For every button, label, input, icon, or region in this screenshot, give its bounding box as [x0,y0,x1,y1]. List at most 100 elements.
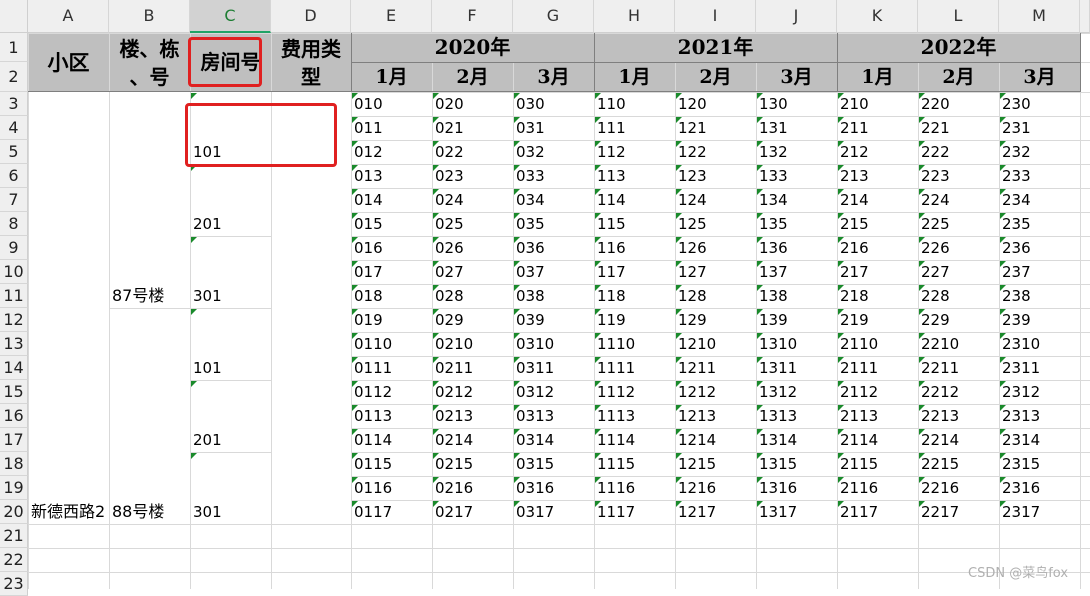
data-cell[interactable]: 0217 [432,500,513,524]
data-cell[interactable]: 115 [594,212,675,236]
data-cell[interactable]: 0115 [351,452,432,476]
data-cell[interactable]: 137 [756,260,837,284]
row-header-6[interactable]: 6 [0,164,28,188]
data-cell[interactable]: 0211 [432,356,513,380]
column-header-b[interactable]: B [109,0,190,33]
data-cell[interactable]: 2215 [918,452,999,476]
data-cell[interactable]: 1111 [594,356,675,380]
room-number[interactable]: 201 [190,428,271,452]
data-cell[interactable]: 2214 [918,428,999,452]
row-header-20[interactable]: 20 [0,500,28,524]
row-header-11[interactable]: 11 [0,284,28,308]
data-cell[interactable]: 0313 [513,404,594,428]
data-cell[interactable]: 110 [594,92,675,116]
data-cell[interactable]: 120 [675,92,756,116]
spreadsheet[interactable]: A B C D E F G H I J K L M 1 2 3 4 5 6 7 8 9 10 11 12 13 14 15 16 17 18… [0,0,1090,596]
data-cell[interactable]: 0110 [351,332,432,356]
data-cell[interactable]: 232 [999,140,1080,164]
data-cell[interactable]: 224 [918,188,999,212]
column-header-m[interactable]: M [999,0,1080,33]
data-cell[interactable]: 0214 [432,428,513,452]
data-cell[interactable]: 1210 [675,332,756,356]
header-fee-line2[interactable]: 型 [271,63,351,91]
row-header-4[interactable]: 4 [0,116,28,140]
data-cell[interactable]: 2313 [999,404,1080,428]
data-cell[interactable]: 114 [594,188,675,212]
data-cell[interactable]: 0116 [351,476,432,500]
data-cell[interactable]: 220 [918,92,999,116]
data-cell[interactable]: 010 [351,92,432,116]
data-cell[interactable]: 1114 [594,428,675,452]
data-cell[interactable]: 2116 [837,476,918,500]
data-cell[interactable]: 2316 [999,476,1080,500]
header-community[interactable]: 小区 [28,33,109,92]
data-cell[interactable]: 2310 [999,332,1080,356]
data-cell[interactable]: 1113 [594,404,675,428]
data-cell[interactable]: 0117 [351,500,432,524]
data-cell[interactable]: 0213 [432,404,513,428]
data-cell[interactable]: 222 [918,140,999,164]
data-cell[interactable]: 119 [594,308,675,332]
data-cell[interactable]: 026 [432,236,513,260]
data-cell[interactable]: 131 [756,116,837,140]
data-cell[interactable]: 132 [756,140,837,164]
data-cell[interactable]: 017 [351,260,432,284]
data-cell[interactable]: 016 [351,236,432,260]
data-cell[interactable]: 0111 [351,356,432,380]
data-cell[interactable]: 035 [513,212,594,236]
data-cell[interactable]: 216 [837,236,918,260]
data-cell[interactable]: 228 [918,284,999,308]
row-header-5[interactable]: 5 [0,140,28,164]
data-cell[interactable]: 029 [432,308,513,332]
column-header-f[interactable]: F [432,0,513,33]
data-cell[interactable]: 028 [432,284,513,308]
data-cell[interactable]: 135 [756,212,837,236]
row-header-14[interactable]: 14 [0,356,28,380]
header-month[interactable]: 2月 [432,62,513,92]
data-cell[interactable]: 2114 [837,428,918,452]
data-cell[interactable]: 033 [513,164,594,188]
data-cell[interactable]: 034 [513,188,594,212]
data-cell[interactable]: 0112 [351,380,432,404]
data-cell[interactable]: 127 [675,260,756,284]
data-cell[interactable]: 229 [918,308,999,332]
header-fee-line1[interactable]: 费用类 [271,35,351,63]
data-cell[interactable]: 2111 [837,356,918,380]
data-cell[interactable]: 0216 [432,476,513,500]
data-cell[interactable]: 015 [351,212,432,236]
data-cell[interactable]: 024 [432,188,513,212]
data-cell[interactable]: 011 [351,116,432,140]
row-header-23[interactable]: 23 [0,572,28,596]
data-cell[interactable]: 2317 [999,500,1080,524]
data-cell[interactable]: 118 [594,284,675,308]
data-cell[interactable]: 032 [513,140,594,164]
data-cell[interactable]: 215 [837,212,918,236]
data-cell[interactable]: 226 [918,236,999,260]
data-cell[interactable]: 0114 [351,428,432,452]
header-month[interactable]: 3月 [756,62,837,92]
data-cell[interactable]: 122 [675,140,756,164]
data-cell[interactable]: 025 [432,212,513,236]
data-cell[interactable]: 234 [999,188,1080,212]
row-header-17[interactable]: 17 [0,428,28,452]
data-cell[interactable]: 1216 [675,476,756,500]
header-year-1[interactable]: 2020年 [351,33,594,62]
data-cell[interactable]: 138 [756,284,837,308]
data-cell[interactable]: 227 [918,260,999,284]
row-header-12[interactable]: 12 [0,308,28,332]
column-header-l[interactable]: L [918,0,999,33]
data-cell[interactable]: 2312 [999,380,1080,404]
data-cell[interactable]: 213 [837,164,918,188]
data-cell[interactable]: 136 [756,236,837,260]
data-cell[interactable]: 018 [351,284,432,308]
column-header-e[interactable]: E [351,0,432,33]
room-number[interactable]: 101 [190,356,271,380]
header-building-line2[interactable]: 、号 [109,63,190,91]
row-header-22[interactable]: 22 [0,548,28,572]
row-header-21[interactable]: 21 [0,524,28,548]
community-value[interactable]: 新德西路2 [28,500,110,524]
data-cell[interactable]: 1312 [756,380,837,404]
row-header-18[interactable]: 18 [0,452,28,476]
data-cell[interactable]: 231 [999,116,1080,140]
data-cell[interactable]: 126 [675,236,756,260]
